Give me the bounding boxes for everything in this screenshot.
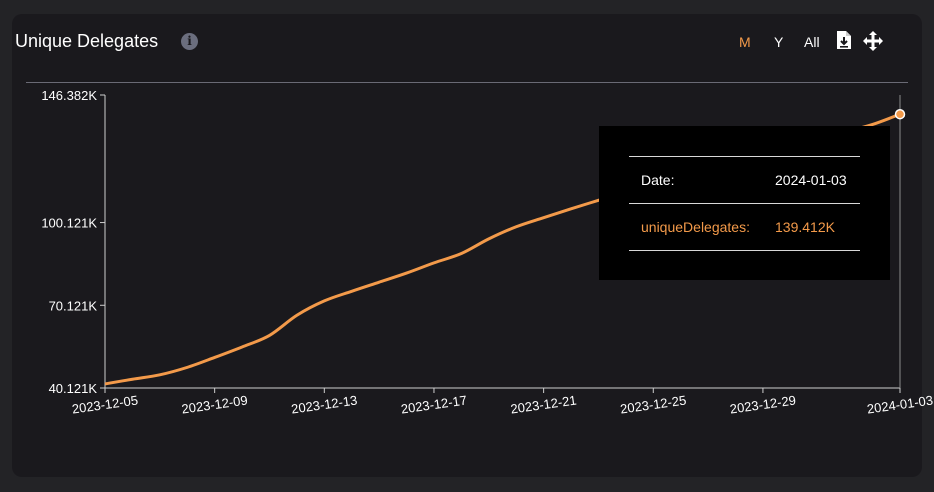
tooltip-date-row: Date: 2024-01-03: [629, 156, 860, 203]
x-tick-label: 2023-12-13: [290, 392, 358, 416]
y-axis-ticks: 146.382K 100.121K 70.121K 40.121K: [41, 88, 105, 396]
tooltip-table: Date: 2024-01-03 uniqueDelegates: 139.41…: [629, 156, 860, 251]
chart-tooltip: Date: 2024-01-03 uniqueDelegates: 139.41…: [599, 126, 890, 280]
y-tick-label: 40.121K: [49, 381, 98, 396]
x-tick-label: 2023-12-21: [510, 392, 578, 416]
x-tick-label: 2023-12-17: [400, 392, 468, 416]
tooltip-date-label: Date:: [641, 172, 675, 188]
tooltip-series-label: uniqueDelegates:: [641, 219, 750, 235]
y-tick-label: 100.121K: [41, 216, 97, 231]
tooltip-date-value: 2024-01-03: [775, 172, 847, 188]
x-tick-label: 2023-12-09: [181, 392, 249, 416]
x-tick-label: 2023-12-05: [71, 392, 139, 416]
y-tick-label: 146.382K: [41, 88, 97, 103]
tooltip-series-row: uniqueDelegates: 139.412K: [629, 203, 860, 251]
x-axis-ticks: 2023-12-05 2023-12-09 2023-12-13 2023-12-17…: [71, 388, 934, 417]
highlighted-data-point[interactable]: [894, 108, 906, 120]
tooltip-series-value: 139.412K: [775, 219, 835, 235]
x-tick-label: 2023-12-25: [619, 392, 687, 416]
x-tick-label: 2024-01-03: [866, 392, 934, 416]
x-tick-label: 2023-12-29: [729, 392, 797, 416]
y-tick-label: 70.121K: [49, 298, 98, 313]
